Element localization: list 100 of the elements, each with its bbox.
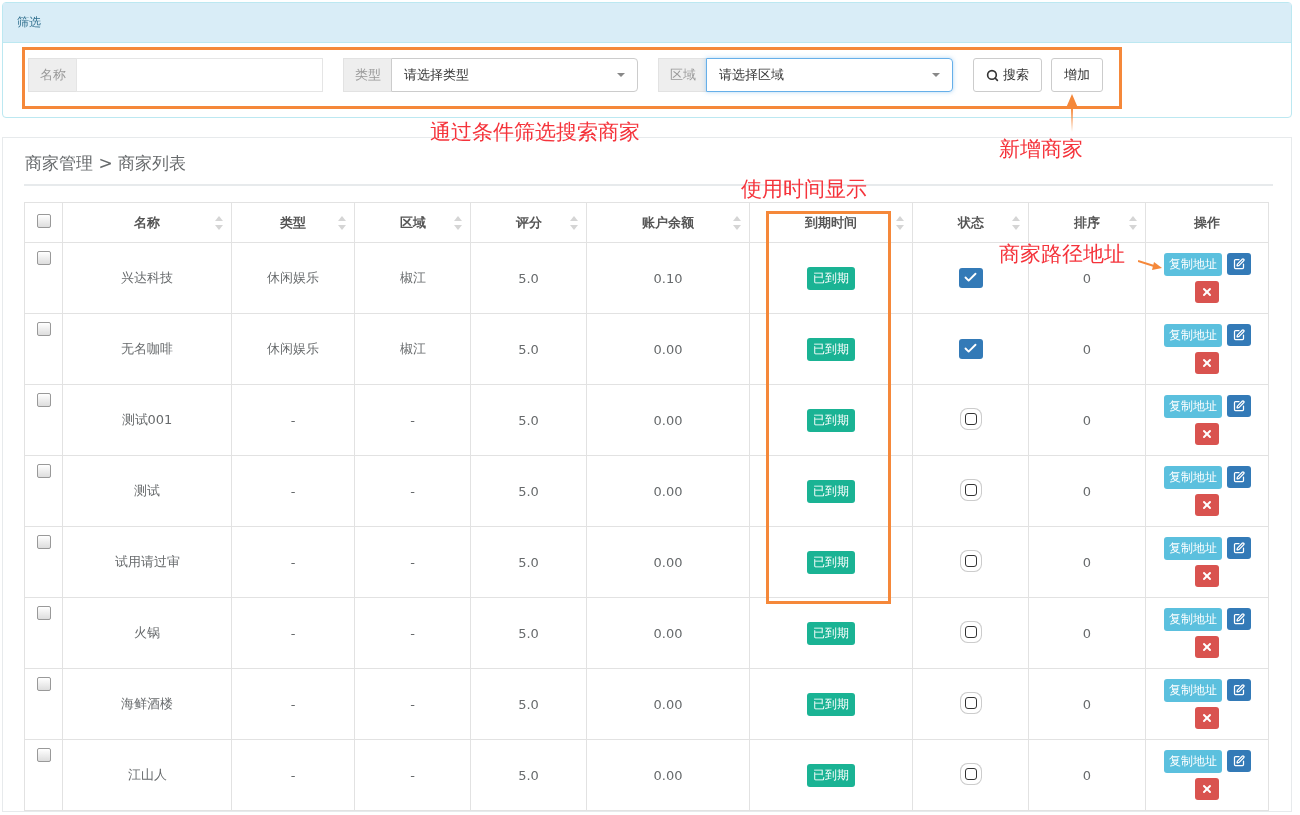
table-cell: 5.0 xyxy=(470,597,587,669)
expired-badge: 已到期 xyxy=(807,692,855,716)
expired-badge: 已到期 xyxy=(807,408,855,432)
table-cell: 0 xyxy=(1028,597,1146,669)
caret-icon xyxy=(932,73,940,77)
table-cell: 0 xyxy=(1028,455,1146,527)
table-cell: 0.00 xyxy=(586,668,750,740)
table-cell: 海鲜酒楼 xyxy=(62,668,232,740)
table-cell: 0 xyxy=(1028,313,1146,385)
row-checkbox[interactable] xyxy=(36,464,51,478)
name-input-field[interactable] xyxy=(76,58,323,92)
table-cell: 5.0 xyxy=(470,384,587,456)
column-header[interactable]: 到期时间 xyxy=(749,202,913,243)
table-cell: - xyxy=(354,668,471,740)
table-cell: 兴达科技 xyxy=(62,242,232,314)
table-cell: 5.0 xyxy=(470,526,587,598)
column-header: 操作 xyxy=(1145,202,1269,243)
row-checkbox[interactable] xyxy=(36,606,51,620)
table-cell: 椒江 xyxy=(354,242,471,314)
table-cell: 0.00 xyxy=(586,526,750,598)
table-cell: - xyxy=(231,455,355,527)
row-checkbox[interactable] xyxy=(36,535,51,549)
table-cell: 休闲娱乐 xyxy=(231,313,355,385)
cross-icon xyxy=(1201,641,1213,653)
delete-button[interactable] xyxy=(1195,352,1219,374)
cross-icon xyxy=(1201,499,1213,511)
column-header[interactable]: 账户余额 xyxy=(586,202,750,243)
status-checkbox[interactable] xyxy=(958,338,983,359)
column-header[interactable]: 评分 xyxy=(470,202,587,243)
edit-icon xyxy=(1232,400,1245,412)
table-cell: - xyxy=(231,597,355,669)
delete-button[interactable] xyxy=(1195,494,1219,516)
table-cell: - xyxy=(354,597,471,669)
edit-button[interactable] xyxy=(1226,537,1251,559)
table-cell: 0 xyxy=(1028,739,1146,811)
table-cell: 5.0 xyxy=(470,668,587,740)
expired-badge: 已到期 xyxy=(807,621,855,645)
column-header[interactable]: 排序 xyxy=(1028,202,1146,243)
column-header[interactable]: 类型 xyxy=(231,202,355,243)
table-cell: 0.00 xyxy=(586,384,750,456)
table-cell: 休闲娱乐 xyxy=(231,242,355,314)
edit-icon xyxy=(1232,613,1245,625)
table-cell: 试用请过审 xyxy=(62,526,232,598)
row-checkbox[interactable] xyxy=(36,322,51,336)
table-cell: 0 xyxy=(1028,668,1146,740)
table-cell: - xyxy=(354,455,471,527)
edit-button[interactable] xyxy=(1226,750,1251,772)
annotation-note: 使用时间显示 xyxy=(741,176,867,203)
table-cell: 5.0 xyxy=(470,242,587,314)
table-cell: 0.00 xyxy=(586,455,750,527)
delete-button[interactable] xyxy=(1195,778,1219,800)
cross-icon xyxy=(1201,783,1213,795)
table-cell: - xyxy=(354,739,471,811)
annotation-note: 商家路径地址 xyxy=(999,241,1125,268)
table-cell: 测试001 xyxy=(62,384,232,456)
row-checkbox[interactable] xyxy=(36,393,51,407)
edit-icon xyxy=(1232,542,1245,554)
expired-badge: 已到期 xyxy=(807,763,855,787)
column-header[interactable]: 区域 xyxy=(354,202,471,243)
edit-button[interactable] xyxy=(1226,324,1251,346)
cross-icon xyxy=(1201,712,1213,724)
table-cell: 0.00 xyxy=(586,597,750,669)
cross-icon xyxy=(1201,286,1213,298)
search-button[interactable]: 搜索 xyxy=(973,58,1042,92)
expired-badge: 已到期 xyxy=(807,337,855,361)
edit-button[interactable] xyxy=(1226,395,1251,417)
select-all-checkbox[interactable] xyxy=(36,214,51,228)
table-cell: 0.10 xyxy=(586,242,750,314)
select-field[interactable]: 请选择区域 xyxy=(706,58,953,92)
table-cell: 椒江 xyxy=(354,313,471,385)
table-cell: - xyxy=(231,526,355,598)
column-header[interactable]: 状态 xyxy=(912,202,1029,243)
edit-icon xyxy=(1232,755,1245,767)
select-field[interactable]: 请选择类型 xyxy=(391,58,638,92)
edit-button[interactable] xyxy=(1226,466,1251,488)
delete-button[interactable] xyxy=(1195,636,1219,658)
delete-button[interactable] xyxy=(1195,707,1219,729)
status-checkbox[interactable] xyxy=(958,267,983,288)
edit-button[interactable] xyxy=(1226,608,1251,630)
row-checkbox[interactable] xyxy=(36,748,51,762)
add-button[interactable]: 增加 xyxy=(1051,58,1103,92)
edit-button[interactable] xyxy=(1226,679,1251,701)
table-cell: 5.0 xyxy=(470,739,587,811)
table-cell: 火锅 xyxy=(62,597,232,669)
annotation-note: 新增商家 xyxy=(999,136,1083,163)
column-header[interactable]: 名称 xyxy=(62,202,232,243)
edit-button[interactable] xyxy=(1226,253,1251,275)
table-cell: - xyxy=(231,668,355,740)
annotation-note: 通过条件筛选搜索商家 xyxy=(430,119,640,146)
delete-button[interactable] xyxy=(1195,281,1219,303)
delete-button[interactable] xyxy=(1195,565,1219,587)
edit-icon xyxy=(1232,471,1245,483)
edit-icon xyxy=(1232,258,1245,270)
row-checkbox[interactable] xyxy=(36,251,51,265)
table-cell: 江山人 xyxy=(62,739,232,811)
table-cell: 5.0 xyxy=(470,313,587,385)
row-checkbox[interactable] xyxy=(36,677,51,691)
delete-button[interactable] xyxy=(1195,423,1219,445)
search-icon xyxy=(986,68,999,82)
table-cell: - xyxy=(231,739,355,811)
